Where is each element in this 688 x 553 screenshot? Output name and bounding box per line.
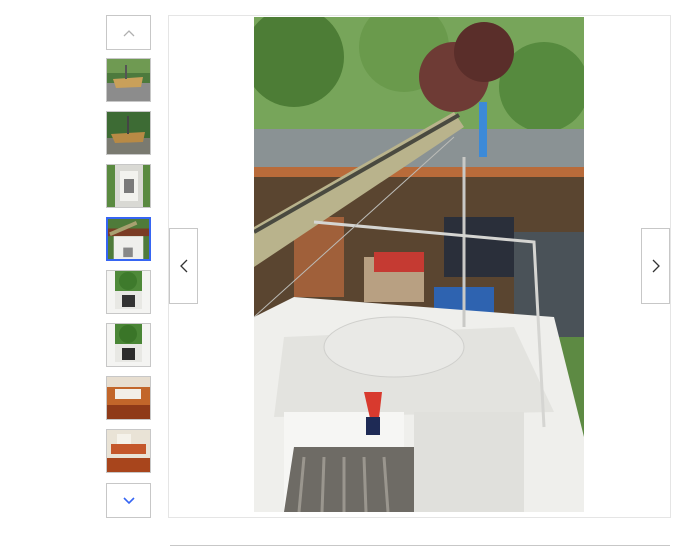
chevron-down-icon — [122, 496, 135, 504]
chevron-up-icon — [123, 29, 134, 36]
thumbnail-7[interactable] — [106, 376, 151, 420]
thumbnail-1[interactable] — [106, 58, 151, 102]
thumbnail-2[interactable] — [106, 111, 151, 155]
thumbnail-8[interactable] — [106, 429, 151, 473]
thumbnail-6[interactable] — [106, 323, 151, 367]
thumbnail-4-selected[interactable] — [106, 217, 151, 261]
previous-image-button[interactable] — [169, 228, 198, 304]
thumbnail-5[interactable] — [106, 270, 151, 314]
chevron-left-icon — [179, 259, 187, 273]
thumbnail-scroll-up-button[interactable] — [106, 15, 151, 50]
next-image-button[interactable] — [641, 228, 670, 304]
main-image-viewer — [168, 15, 671, 518]
thumbnail-3[interactable] — [106, 164, 151, 208]
main-photo[interactable] — [254, 17, 584, 512]
section-divider — [170, 545, 670, 546]
thumbnail-scroll-down-button[interactable] — [106, 483, 151, 518]
chevron-right-icon — [652, 259, 660, 273]
